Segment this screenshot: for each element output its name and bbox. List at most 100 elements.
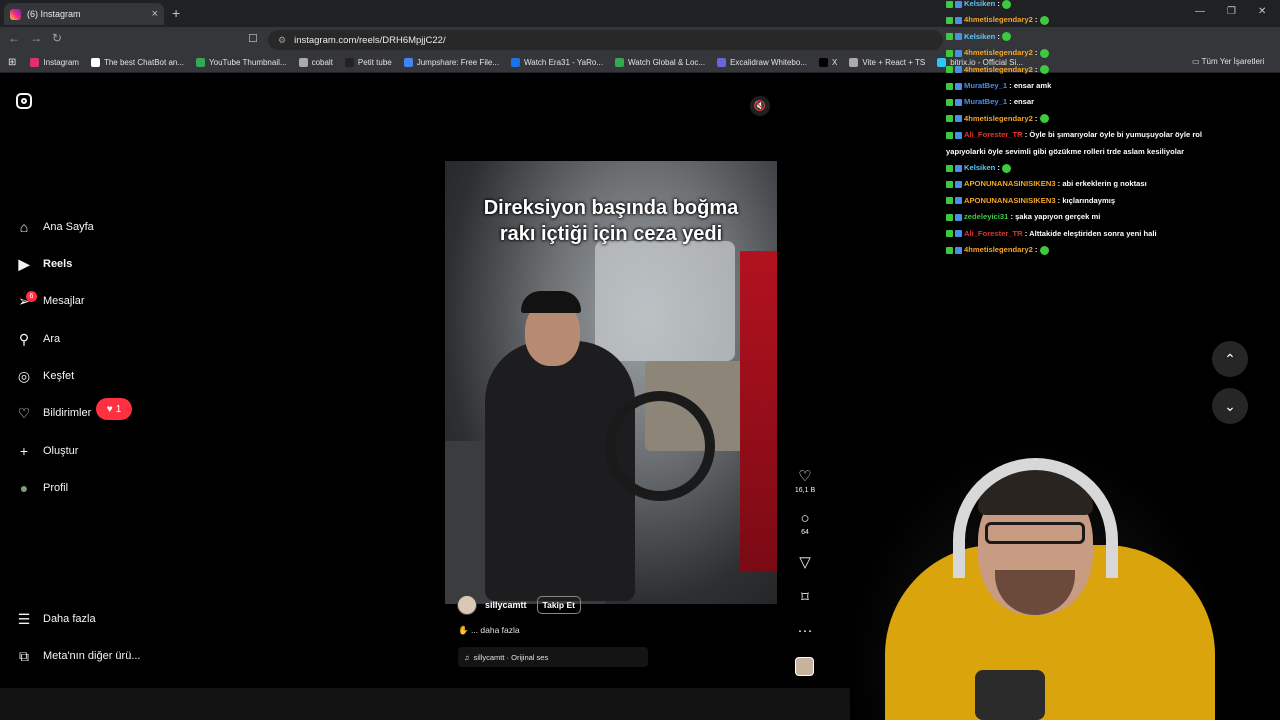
bookmark-label: cobalt <box>311 58 333 67</box>
bookmark-favicon-icon <box>344 58 354 67</box>
next-reel-button[interactable]: ⌄ <box>1212 388 1248 424</box>
sidebar-item-more[interactable]: ☰ Daha fazla <box>15 609 96 629</box>
sidebar-item-search[interactable]: ⚲ Ara <box>15 329 60 349</box>
reel-description[interactable]: ✋ ... daha fazla <box>458 625 520 636</box>
plus-icon: + <box>19 443 29 459</box>
reel-author-row: sillycamtt Takip Et <box>457 595 581 615</box>
tab-instagram[interactable]: (6) Instagram × <box>4 3 164 25</box>
url-text: instagram.com/reels/DRH6MpjjC22/ <box>294 34 446 46</box>
bookmark-favicon-icon <box>849 58 859 67</box>
chat-username[interactable]: 4hmetislegendary2 <box>964 48 1033 57</box>
bookmark-item[interactable]: cobalt <box>298 58 333 67</box>
sidebar-item-reels[interactable]: ▶ Reels <box>15 254 73 274</box>
bookmark-item[interactable]: Excalidraw Whitebo... <box>717 58 807 67</box>
audio-thumbnail[interactable] <box>795 657 814 676</box>
chat-username[interactable]: APONUNANASINISIKEN3 <box>964 196 1056 205</box>
chat-separator: : <box>1007 97 1014 107</box>
chat-username[interactable]: Ali_Forester_TR <box>964 130 1023 139</box>
sidebar-item-label: Ara <box>43 333 61 345</box>
chat-username[interactable]: Kelsiken <box>964 0 995 8</box>
sidebar-item-label: Mesajlar <box>43 295 85 307</box>
bookmark-item[interactable]: Instagram <box>30 58 79 67</box>
bookmark-favicon-icon <box>196 58 206 67</box>
sidebar-item-profile[interactable]: ● Profil <box>15 478 68 498</box>
reel-caption: Direksiyon başında boğma rakı içtiği içi… <box>483 197 739 245</box>
chat-badge-icon <box>955 131 962 139</box>
chat-badge-icon <box>946 213 953 221</box>
chat-message: Ali_Forester_TR : Alttakide eleştiriden … <box>946 226 1276 242</box>
chat-username[interactable]: 4hmetislegendary2 <box>964 15 1033 24</box>
heart-icon[interactable]: ♡ <box>790 467 820 485</box>
author-name[interactable]: sillycamtt <box>485 600 527 610</box>
sidebar-item-explore[interactable]: ◎ Keşfet <box>15 366 74 386</box>
chat-badge-icon <box>946 66 953 74</box>
video-driver-cap <box>521 291 581 313</box>
reel-player[interactable]: Direksiyon başında boğma rakı içtiği içi… <box>445 88 777 678</box>
reel-audio[interactable]: ♫ sillycamtt · Orijinal ses <box>458 647 648 667</box>
chat-username[interactable]: 4hmetislegendary2 <box>964 65 1033 74</box>
bookmark-favicon-icon <box>614 58 624 67</box>
more-options-action[interactable]: ··· <box>790 622 820 639</box>
bookmark-icon[interactable]: ⌑ <box>790 588 820 606</box>
bookmark-item[interactable]: Petit tube <box>344 58 392 67</box>
chat-emote-icon <box>1039 114 1049 124</box>
apps-icon[interactable]: ⊞ <box>8 57 16 68</box>
site-info-icon[interactable]: ⚙ <box>278 35 286 46</box>
bookmark-item[interactable]: Watch Global & Loc... <box>614 58 705 67</box>
chat-username[interactable]: MuratBey_1 <box>964 81 1007 90</box>
bookmark-favicon-icon <box>30 58 40 67</box>
bookmark-item[interactable]: YouTube Thumbnail... <box>196 58 287 67</box>
like-action[interactable]: ♡ 16,1 B <box>790 467 820 494</box>
chat-username[interactable]: MuratBey_1 <box>964 97 1007 106</box>
instagram-logo-icon[interactable] <box>16 93 32 109</box>
sidebar-item-meta[interactable]: ⧉ Meta'nın diğer ürü... <box>15 646 141 666</box>
chat-text: ensar amk <box>1013 81 1052 91</box>
bookmark-item[interactable]: The best ChatBot an... <box>90 58 184 67</box>
more-dots-icon[interactable]: ··· <box>790 622 820 639</box>
address-bar[interactable]: ⚙ instagram.com/reels/DRH6MpjjC22/ <box>268 30 943 50</box>
comment-action[interactable]: ○ 64 <box>790 510 820 536</box>
chat-badge-icon <box>946 180 953 188</box>
share-action[interactable]: ▽ <box>790 553 820 571</box>
chat-emote-icon <box>1039 65 1049 75</box>
bookmark-item[interactable]: Jumpshare: Free File... <box>403 58 499 67</box>
save-action[interactable]: ⌑ <box>790 588 820 606</box>
follow-button[interactable]: Takip Et <box>536 596 581 614</box>
mute-icon[interactable]: 🔇 <box>750 96 770 116</box>
sidebar-item-home[interactable]: ⌂ Ana Sayfa <box>15 217 94 237</box>
author-avatar[interactable] <box>457 595 477 615</box>
chat-username[interactable]: zedeleyici31 <box>964 212 1008 221</box>
chat-username[interactable]: 4hmetislegendary2 <box>964 245 1033 254</box>
chat-emote-icon <box>1039 245 1049 255</box>
new-tab-icon[interactable]: + <box>172 5 180 21</box>
chat-badge-icon <box>955 33 962 41</box>
back-icon[interactable]: ← <box>8 31 20 45</box>
instagram-favicon-icon <box>10 8 21 20</box>
bottom-strip <box>0 688 850 720</box>
bookmark-star-icon[interactable]: ☐ <box>248 32 258 45</box>
bookmark-item[interactable]: Vite + React + TS <box>849 58 925 67</box>
chat-username[interactable]: Kelsiken <box>964 32 995 41</box>
bookmark-item[interactable]: Watch Era31 - YaRo... <box>510 58 603 67</box>
sidebar-item-create[interactable]: + Oluştur <box>15 441 79 461</box>
close-tab-icon[interactable]: × <box>152 8 158 20</box>
sidebar-item-label: Keşfet <box>43 370 75 382</box>
chat-message: Ali_Forester_TR : Öyle bi şımarıyolar öy… <box>946 127 1276 143</box>
share-icon[interactable]: ▽ <box>790 553 820 571</box>
chat-username[interactable]: Kelsiken <box>964 163 995 172</box>
chat-username[interactable]: 4hmetislegendary2 <box>964 114 1033 123</box>
comment-icon[interactable]: ○ <box>790 510 820 527</box>
chat-emote-icon <box>1002 163 1011 173</box>
chat-emote-icon <box>1039 48 1049 58</box>
previous-reel-button[interactable]: ⌃ <box>1212 341 1248 377</box>
video-steering-wheel <box>605 391 715 501</box>
chat-username[interactable]: Ali_Forester_TR <box>964 229 1023 238</box>
chat-separator: : <box>1032 15 1040 25</box>
forward-icon[interactable]: → <box>30 31 42 45</box>
chat-badge-icon <box>955 0 962 8</box>
sidebar-item-notifications[interactable]: ♡ Bildirimler <box>15 403 92 423</box>
bookmark-favicon-icon <box>510 58 520 67</box>
chat-username[interactable]: APONUNANASINISIKEN3 <box>964 179 1056 188</box>
reload-icon[interactable]: ↻ <box>52 31 62 45</box>
bookmark-item[interactable]: X <box>818 58 837 67</box>
